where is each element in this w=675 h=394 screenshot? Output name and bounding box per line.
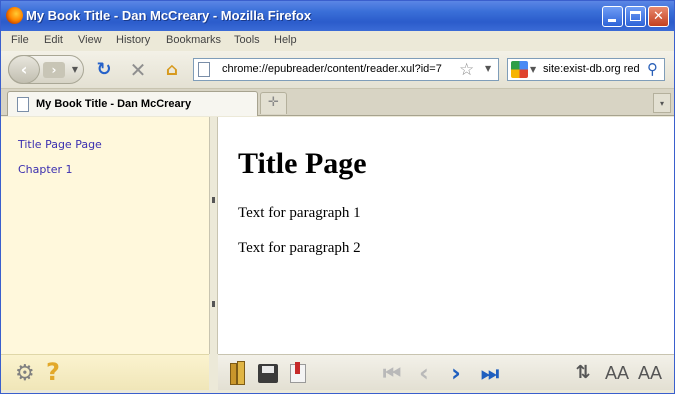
toc-sidebar: Title Page Page Chapter 1 xyxy=(1,117,209,354)
close-button[interactable]: ✕ xyxy=(648,6,669,27)
minimize-button[interactable] xyxy=(602,6,623,27)
tab-page-icon xyxy=(17,97,29,112)
splitter-grip-bottom xyxy=(212,301,215,307)
bookmark-star-icon[interactable]: ☆ xyxy=(459,60,474,80)
url-input[interactable]: chrome://epubreader/content/reader.xul?i… xyxy=(222,63,447,75)
firefox-logo-icon xyxy=(6,7,23,24)
font-decrease-label: AA xyxy=(604,363,629,383)
maximize-icon xyxy=(630,11,641,21)
menu-edit[interactable]: Edit xyxy=(44,34,63,46)
previous-page-button[interactable]: ‹ xyxy=(414,359,434,387)
floppy-label xyxy=(262,366,274,373)
save-button[interactable] xyxy=(256,359,280,387)
maximize-button[interactable] xyxy=(625,6,646,27)
minimize-icon xyxy=(608,19,616,22)
bookmark-button[interactable] xyxy=(287,359,309,387)
tab-label: My Book Title - Dan McCreary xyxy=(36,98,192,110)
close-icon: ✕ xyxy=(653,9,664,24)
line-spacing-button[interactable]: ⇅ xyxy=(571,359,595,387)
library-button[interactable] xyxy=(228,359,248,387)
menu-file[interactable]: File xyxy=(11,34,29,46)
navigation-toolbar: ‹ › ▼ ↻ ✕ ⌂ chrome://epubreader/content/… xyxy=(1,51,674,89)
splitter-bottom xyxy=(209,354,218,390)
menu-bar: File Edit View History Bookmarks Tools H… xyxy=(1,31,674,51)
font-increase-label: AA xyxy=(637,363,662,383)
first-page-button[interactable]: ⏮ xyxy=(380,359,404,387)
home-button[interactable]: ⌂ xyxy=(161,59,183,81)
menu-tools[interactable]: Tools xyxy=(234,34,260,46)
tab-list-button[interactable]: ▾ xyxy=(653,93,671,113)
sidebar-toolbar: ⚙ ? xyxy=(1,354,209,390)
search-icon[interactable]: ⚲ xyxy=(647,60,658,78)
url-dropdown-icon[interactable]: ▼ xyxy=(485,64,491,73)
window-bottom-border xyxy=(1,390,674,393)
tab-bar: My Book Title - Dan McCreary ✛ ▾ xyxy=(1,89,674,116)
next-page-button[interactable]: › xyxy=(446,359,466,387)
font-increase-button[interactable]: AA xyxy=(636,359,664,387)
back-button[interactable]: ‹ xyxy=(8,55,40,84)
menu-history[interactable]: History xyxy=(116,34,150,46)
books-icon-front xyxy=(237,361,245,385)
engine-dropdown-icon[interactable]: ▼ xyxy=(530,65,536,74)
menu-bookmarks[interactable]: Bookmarks xyxy=(166,34,221,46)
sidebar-splitter[interactable] xyxy=(209,117,218,354)
new-tab-button[interactable]: ✛ xyxy=(260,92,287,114)
google-engine-icon[interactable] xyxy=(511,61,528,78)
toc-item-chapter-1[interactable]: Chapter 1 xyxy=(18,163,72,176)
title-bar[interactable]: My Book Title - Dan McCreary - Mozilla F… xyxy=(1,1,674,31)
bookmark-ribbon-icon xyxy=(295,362,300,374)
tab-active[interactable]: My Book Title - Dan McCreary xyxy=(7,91,258,116)
address-bar[interactable]: chrome://epubreader/content/reader.xul?i… xyxy=(193,58,499,81)
last-page-button[interactable]: ⏭ xyxy=(478,359,502,387)
reader-content: Title Page Text for paragraph 1 Text for… xyxy=(218,117,674,354)
toc-item-title-page[interactable]: Title Page Page xyxy=(18,138,102,151)
forward-button[interactable]: › xyxy=(43,62,65,78)
stop-button[interactable]: ✕ xyxy=(127,59,149,81)
menu-help[interactable]: Help xyxy=(274,34,297,46)
page-icon xyxy=(198,62,210,77)
gear-icon[interactable]: ⚙ xyxy=(15,361,35,386)
help-icon[interactable]: ? xyxy=(46,358,60,386)
search-input[interactable]: site:exist-db.org red xyxy=(543,63,647,75)
page-heading: Title Page xyxy=(238,147,367,180)
reload-button[interactable]: ↻ xyxy=(93,59,115,81)
paragraph-2: Text for paragraph 2 xyxy=(238,240,361,256)
paragraph-1: Text for paragraph 1 xyxy=(238,205,361,221)
font-decrease-button[interactable]: AA xyxy=(603,359,631,387)
reader-toolbar: ⏮ ‹ › ⏭ ⇅ AA AA xyxy=(218,354,674,390)
window-title: My Book Title - Dan McCreary - Mozilla F… xyxy=(26,8,312,23)
splitter-grip-top xyxy=(212,197,215,203)
history-dropdown-icon[interactable]: ▼ xyxy=(69,63,81,77)
browser-window: My Book Title - Dan McCreary - Mozilla F… xyxy=(0,0,675,394)
menu-view[interactable]: View xyxy=(78,34,102,46)
books-icon xyxy=(230,363,237,385)
search-bar[interactable]: ▼ site:exist-db.org red ⚲ xyxy=(507,58,665,81)
